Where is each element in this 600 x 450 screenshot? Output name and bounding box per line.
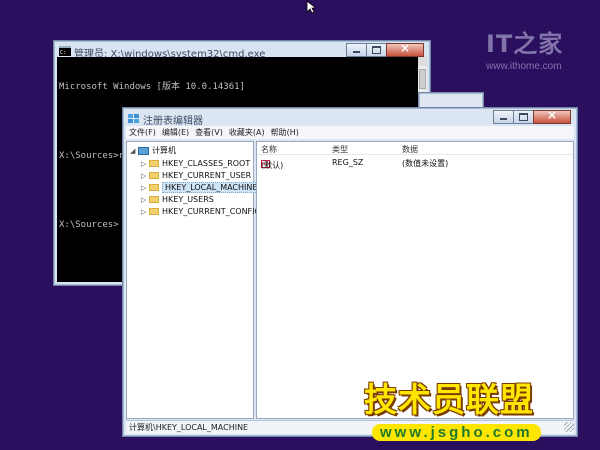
close-button[interactable]: [533, 108, 571, 124]
computer-icon: [138, 146, 149, 155]
regedit-title: 注册表编辑器: [143, 116, 203, 127]
jsgho-title: 技术员联盟: [364, 380, 534, 419]
folder-icon: [149, 184, 159, 191]
expand-arrow-icon[interactable]: ▷: [141, 208, 149, 216]
tree-item-label: HKEY_CLASSES_ROOT: [162, 159, 251, 168]
maximize-button[interactable]: [513, 110, 534, 124]
regedit-menubar: 文件(F) 编辑(E) 查看(V) 收藏夹(A) 帮助(H): [126, 126, 574, 139]
list-header: 名称 类型 数据: [257, 142, 573, 155]
expand-arrow-icon[interactable]: ▷: [141, 196, 149, 204]
tree-item-label-selected: HKEY_LOCAL_MACHINE: [162, 182, 261, 193]
resize-grip[interactable]: [564, 422, 574, 432]
console-line: Microsoft Windows [版本 10.0.14361]: [59, 82, 245, 92]
value-data: (数值未设置): [402, 159, 449, 168]
folder-icon: [149, 160, 159, 167]
ithome-logo: IT之家: [486, 30, 564, 58]
value-name: (默认): [261, 161, 284, 170]
close-button[interactable]: [386, 41, 424, 57]
svg-text:C:: C:: [60, 50, 66, 56]
folder-icon: [149, 172, 159, 179]
collapse-arrow-icon[interactable]: ◢: [130, 147, 138, 155]
cmd-caption-buttons: [346, 41, 424, 57]
tree-item-label: 计算机: [152, 146, 176, 155]
folder-icon: [149, 208, 159, 215]
tree-item-hkcu[interactable]: ▷ HKEY_CURRENT_USER: [141, 170, 251, 181]
minimize-button[interactable]: [346, 43, 367, 57]
regedit-icon: [128, 114, 139, 123]
jsgho-url: www.jsgho.com: [372, 424, 541, 441]
registry-tree[interactable]: ◢ 计算机 ▷ HKEY_CLASSES_ROOT ▷ HKEY_CURRENT…: [126, 141, 261, 419]
tree-item-label: HKEY_USERS: [162, 195, 214, 204]
regedit-caption-buttons: [493, 108, 571, 124]
jsgho-watermark: 技术员联盟 www.jsgho.com: [364, 380, 564, 441]
menu-view[interactable]: 查看(V): [192, 127, 226, 138]
tree-item-hkcc[interactable]: ▷ HKEY_CURRENT_CONFIG: [141, 206, 261, 217]
expand-arrow-icon[interactable]: ▷: [141, 172, 149, 180]
scroll-up-arrow-icon[interactable]: [418, 57, 427, 66]
tree-item-computer[interactable]: ◢ 计算机: [130, 145, 176, 156]
maximize-button[interactable]: [366, 43, 387, 57]
minimize-button[interactable]: [493, 110, 514, 124]
menu-edit[interactable]: 编辑(E): [159, 127, 192, 138]
expand-arrow-icon[interactable]: ▷: [141, 160, 149, 168]
value-type: REG_SZ: [332, 158, 364, 167]
column-header-type[interactable]: 类型: [332, 144, 348, 155]
tree-item-label: HKEY_CURRENT_USER: [162, 171, 252, 180]
scroll-thumb[interactable]: [419, 69, 426, 89]
cmd-icon: C:: [59, 46, 71, 56]
column-header-name[interactable]: 名称: [261, 144, 277, 155]
folder-icon: [149, 196, 159, 203]
tree-item-hku[interactable]: ▷ HKEY_USERS: [141, 194, 214, 205]
tree-item-label: HKEY_CURRENT_CONFIG: [162, 207, 261, 216]
menu-file[interactable]: 文件(F): [126, 127, 159, 138]
tree-item-hklm[interactable]: ▷ HKEY_LOCAL_MACHINE: [141, 182, 261, 193]
menu-help[interactable]: 帮助(H): [268, 127, 302, 138]
values-list[interactable]: 名称 类型 数据 ab (默认) REG_SZ (数值未设置): [256, 141, 574, 419]
mouse-cursor-icon: [306, 0, 316, 14]
ithome-watermark: IT之家 www.ithome.com: [486, 24, 576, 84]
expand-arrow-icon[interactable]: ▷: [141, 184, 149, 192]
list-item[interactable]: ab (默认) REG_SZ (数值未设置): [257, 156, 573, 170]
ithome-url: www.ithome.com: [486, 61, 562, 72]
column-header-data[interactable]: 数据: [402, 144, 418, 155]
tree-item-hkcr[interactable]: ▷ HKEY_CLASSES_ROOT: [141, 158, 250, 169]
menu-favorites[interactable]: 收藏夹(A): [226, 127, 268, 138]
